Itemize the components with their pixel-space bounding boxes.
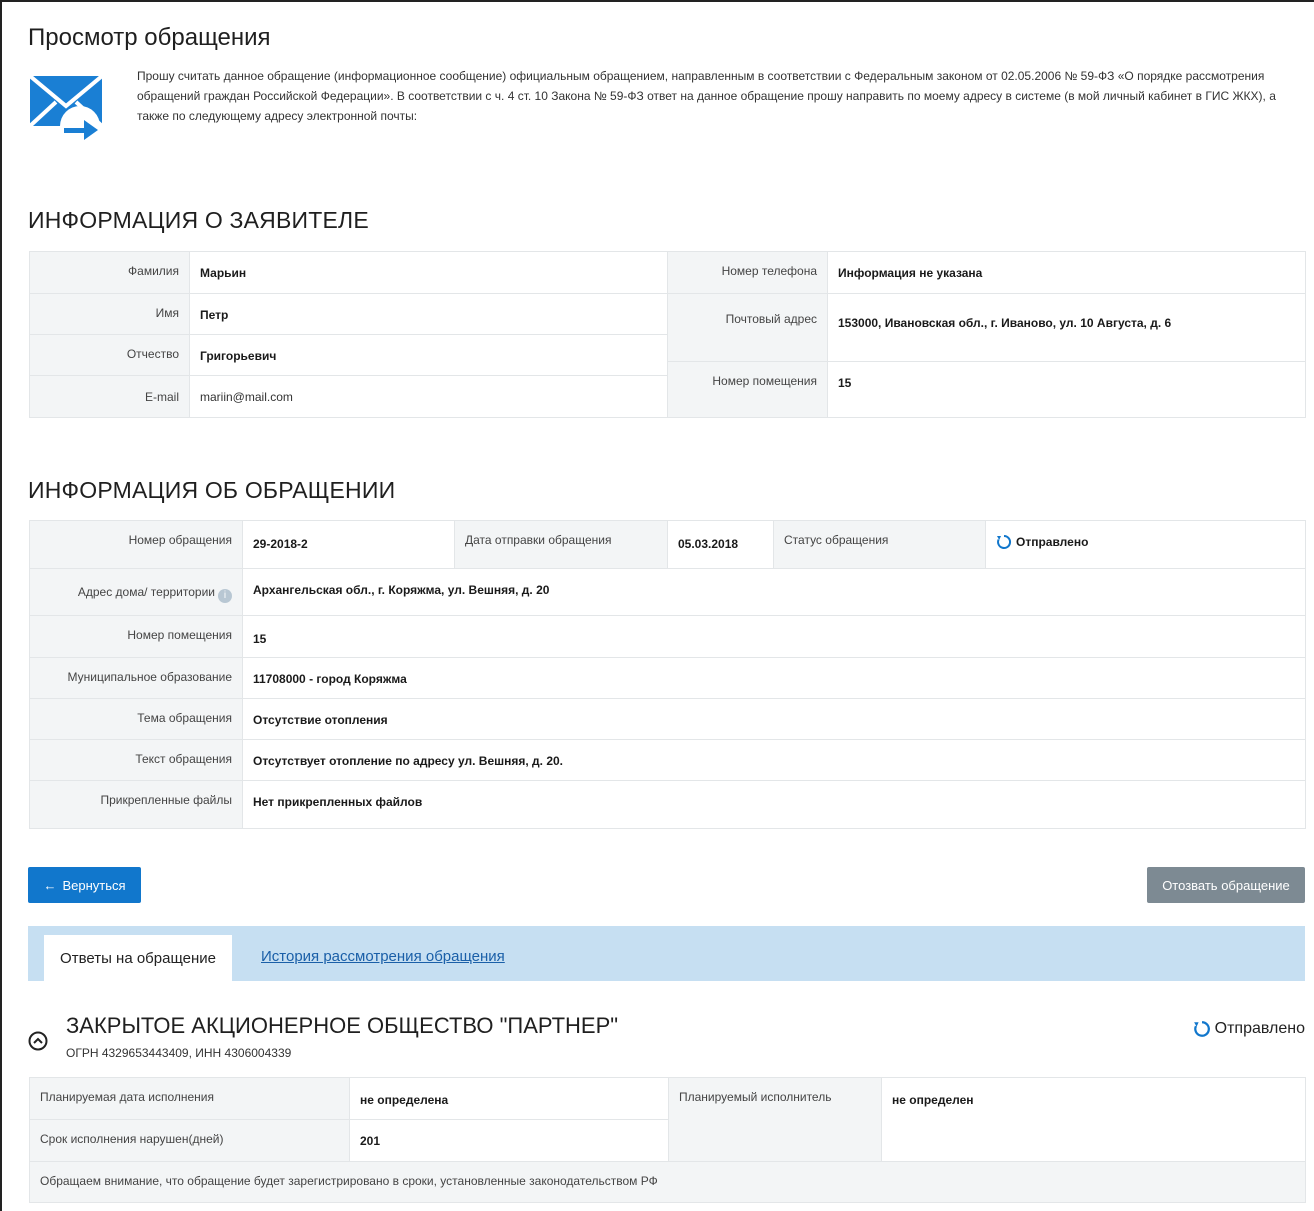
address-label-cell: Адрес дома/ территории i xyxy=(29,568,243,616)
phone-label: Номер телефона xyxy=(667,251,828,294)
appeal-date-value: 05.03.2018 xyxy=(667,520,774,569)
applicant-left-table: Фамилия Марьин Имя Петр Отчество Григорь… xyxy=(29,251,669,418)
arrow-left-icon: ← xyxy=(43,877,57,893)
appeal-table: Номер обращения 29-2018-2 Дата отправки … xyxy=(29,520,1306,829)
name-value: Петр xyxy=(189,293,669,335)
collapse-icon[interactable] xyxy=(28,1031,48,1051)
notice-text: Обращаем внимание, что обращение будет з… xyxy=(29,1161,1306,1203)
appeal-room-value: 15 xyxy=(242,615,1306,658)
applicant-room-label: Номер помещения xyxy=(667,361,828,418)
appeal-status-label: Статус обращения xyxy=(773,520,986,569)
refresh-icon xyxy=(1193,1021,1210,1037)
surname-value: Марьин xyxy=(189,251,669,294)
appeal-date-label: Дата отправки обращения xyxy=(454,520,668,569)
patronymic-label: Отчество xyxy=(29,334,190,376)
organization-name: ЗАКРЫТОЕ АКЦИОНЕРНОЕ ОБЩЕСТВО "ПАРТНЕР" xyxy=(66,1013,619,1038)
tab-answers[interactable]: Ответы на обращение xyxy=(44,935,232,981)
email-label: E-mail xyxy=(29,375,190,418)
organization-ids: ОГРН 4329653443409, ИНН 4306004339 xyxy=(66,1046,292,1060)
appeal-number-value: 29-2018-2 xyxy=(242,520,455,569)
appeal-section-title: ИНФОРМАЦИЯ ОБ ОБРАЩЕНИИ xyxy=(28,477,396,503)
topic-label: Тема обращения xyxy=(29,698,243,740)
organization-status-label: Отправлено xyxy=(1214,1020,1305,1037)
back-button-label: Вернуться xyxy=(62,877,126,893)
refresh-icon xyxy=(997,534,1012,549)
intro-text: Прошу считать данное обращение (информац… xyxy=(137,69,1276,123)
applicant-section-title: ИНФОРМАЦИЯ О ЗАЯВИТЕЛЕ xyxy=(28,207,369,233)
envelope-send-icon xyxy=(30,74,102,146)
overdue-value: 201 xyxy=(349,1119,669,1162)
text-label: Текст обращения xyxy=(29,739,243,781)
postal-label: Почтовый адрес xyxy=(667,293,828,362)
surname-label: Фамилия xyxy=(29,251,190,294)
back-button[interactable]: ← Вернуться xyxy=(28,867,141,903)
appeal-status-value: Отправлено xyxy=(1016,535,1089,549)
tab-bar: Ответы на обращение История рассмотрения… xyxy=(28,926,1305,981)
files-label: Прикрепленные файлы xyxy=(29,780,243,829)
revoke-button[interactable]: Отозвать обращение xyxy=(1147,867,1305,903)
page-title: Просмотр обращения xyxy=(28,24,271,51)
text-value: Отсутствует отопление по адресу ул. Вешн… xyxy=(242,739,1306,781)
info-icon[interactable]: i xyxy=(218,589,232,603)
organization-status: Отправлено xyxy=(1193,1020,1305,1038)
executor-label: Планируемый исполнитель xyxy=(668,1077,882,1162)
topic-value: Отсутствие отопления xyxy=(242,698,1306,740)
executor-value: не определен xyxy=(881,1077,1306,1162)
municipality-value: 11708000 - город Коряжма xyxy=(242,657,1306,699)
postal-value: 153000, Ивановская обл., г. Иваново, ул.… xyxy=(827,293,1306,362)
files-value: Нет прикрепленных файлов xyxy=(242,780,1306,829)
applicant-right-table: Номер телефона Информация не указана Поч… xyxy=(667,251,1306,418)
tab-history[interactable]: История рассмотрения обращения xyxy=(261,948,505,965)
address-value: Архангельская обл., г. Коряжма, ул. Вешн… xyxy=(242,568,1306,616)
address-label: Адрес дома/ территории xyxy=(77,585,215,599)
planned-date-label: Планируемая дата исполнения xyxy=(29,1077,350,1120)
patronymic-value: Григорьевич xyxy=(189,334,669,376)
organization-table: Планируемая дата исполнения не определен… xyxy=(29,1077,1306,1203)
name-label: Имя xyxy=(29,293,190,335)
overdue-label: Срок исполнения нарушен(дней) xyxy=(29,1119,350,1162)
appeal-room-label: Номер помещения xyxy=(29,615,243,658)
phone-value: Информация не указана xyxy=(827,251,1306,294)
planned-date-value: не определена xyxy=(349,1077,669,1120)
municipality-label: Муниципальное образование xyxy=(29,657,243,699)
email-value: mariin@mail.com xyxy=(189,375,669,418)
appeal-status-cell: Отправлено xyxy=(985,520,1306,569)
appeal-number-label: Номер обращения xyxy=(29,520,243,569)
applicant-room-value: 15 xyxy=(827,361,1306,418)
